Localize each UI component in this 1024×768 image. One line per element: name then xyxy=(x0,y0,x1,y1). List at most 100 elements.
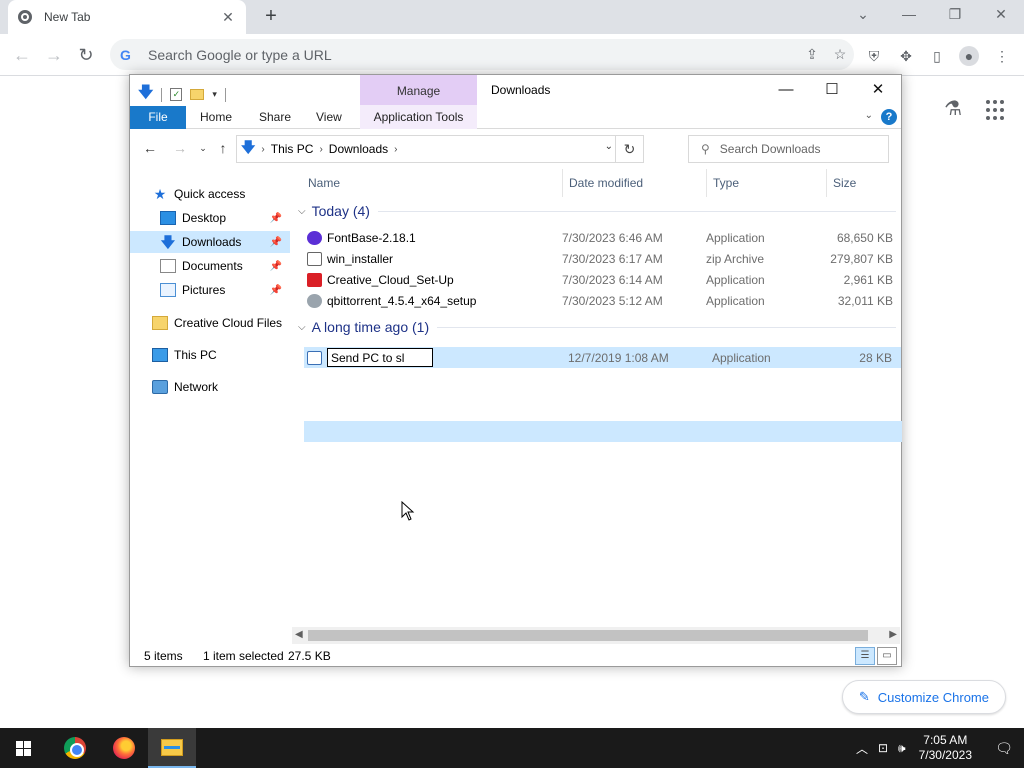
notifications-icon[interactable]: 🗨 xyxy=(984,740,1024,757)
scroll-left-icon[interactable]: ◀ xyxy=(295,629,303,640)
close-window-icon[interactable]: ✕ xyxy=(855,75,901,105)
omnibox[interactable]: G Search Google or type a URL ⇪ ☆ xyxy=(110,39,854,70)
back-arrow-icon[interactable]: ← xyxy=(8,42,36,70)
start-windows-icon[interactable] xyxy=(0,728,48,768)
collapse-chevron-icon[interactable]: ⌵ xyxy=(298,206,306,217)
help-icon[interactable]: ? xyxy=(881,109,897,125)
nav-documents[interactable]: Documents 📌 xyxy=(130,255,290,277)
bookmark-star-icon[interactable]: ☆ xyxy=(826,46,854,63)
ribbon-tab-share[interactable]: Share xyxy=(259,106,291,129)
expand-ribbon-chevron-icon[interactable]: ⌄ xyxy=(865,110,873,121)
maximize-icon[interactable]: ☐ xyxy=(809,75,855,105)
ribbon-tab-file[interactable]: File xyxy=(130,106,186,129)
scrollbar-thumb[interactable] xyxy=(308,630,868,641)
taskbar-firefox[interactable] xyxy=(99,728,147,768)
extensions-puzzle-icon[interactable]: ✥ xyxy=(896,46,916,66)
taskbar-file-explorer[interactable] xyxy=(148,728,196,768)
group-header-today[interactable]: ⌵ Today (4) xyxy=(296,200,896,222)
close-tab-icon[interactable]: ✕ xyxy=(220,9,236,26)
share-icon[interactable]: ⇪ xyxy=(798,46,826,63)
customize-chrome-label: Customize Chrome xyxy=(877,689,989,705)
ribbon-tab-application-tools[interactable]: Application Tools xyxy=(360,105,477,129)
close-window-icon[interactable]: ✕ xyxy=(978,0,1024,30)
column-header-date-modified[interactable]: Date modified xyxy=(569,169,643,197)
group-header-long-time-ago[interactable]: ⌵ A long time ago (1) xyxy=(296,316,896,338)
labs-flask-icon[interactable]: ⚗ xyxy=(944,96,962,121)
ribbon-tab-view[interactable]: View xyxy=(316,106,342,129)
column-header-type[interactable]: Type xyxy=(713,169,739,197)
column-divider[interactable] xyxy=(562,169,563,197)
column-divider[interactable] xyxy=(826,169,827,197)
nav-pictures[interactable]: Pictures 📌 xyxy=(130,279,290,301)
nav-downloads[interactable]: 🡇 Downloads 📌 xyxy=(130,231,290,253)
up-arrow-icon[interactable]: ↑ xyxy=(213,140,233,156)
recent-locations-icon[interactable]: ⌄ xyxy=(193,143,213,154)
column-divider[interactable] xyxy=(706,169,707,197)
side-panel-icon[interactable]: ▯ xyxy=(927,46,947,66)
address-dropdown-icon[interactable]: ⌄ xyxy=(605,141,613,152)
profile-avatar-icon[interactable]: ● xyxy=(959,46,979,66)
ublock-shield-icon[interactable]: ⛨ xyxy=(864,46,884,66)
breadcrumb-separator-icon[interactable]: › xyxy=(394,144,397,155)
breadcrumb-this-pc[interactable]: This PC xyxy=(271,142,314,156)
minimize-icon[interactable]: — xyxy=(886,0,932,30)
forward-arrow-icon[interactable]: → xyxy=(170,140,190,156)
fontbase-app-icon xyxy=(307,230,322,245)
new-tab-button[interactable]: + xyxy=(260,4,282,28)
column-header-name[interactable]: Name xyxy=(308,169,340,197)
column-header-size[interactable]: Size xyxy=(833,169,856,197)
pin-icon[interactable]: 📌 xyxy=(270,285,282,296)
google-apps-icon[interactable] xyxy=(986,100,1004,121)
collapse-chevron-icon[interactable]: ⌵ xyxy=(298,322,306,333)
clock[interactable]: 7:05 AM 7/30/2023 xyxy=(919,733,972,763)
nav-quick-access[interactable]: ★ Quick access xyxy=(130,183,290,205)
file-row[interactable]: Creative_Cloud_Set-Up 7/30/2023 6:14 AM … xyxy=(304,269,902,290)
zip-archive-icon xyxy=(307,251,322,266)
details-view-icon[interactable]: ☰ xyxy=(855,647,875,665)
breadcrumb-separator-icon[interactable]: › xyxy=(319,144,322,155)
volume-icon[interactable]: 🕪 xyxy=(898,741,906,756)
nav-creative-cloud-files[interactable]: Creative Cloud Files xyxy=(130,312,290,334)
file-row-selected[interactable] xyxy=(304,421,902,442)
back-arrow-icon[interactable]: ← xyxy=(140,140,160,156)
manage-context-tab[interactable]: Manage xyxy=(360,75,477,105)
refresh-icon[interactable]: ↻ xyxy=(615,136,643,162)
file-row-selected[interactable]: 12/7/2019 1:08 AM Application 28 KB xyxy=(304,347,901,368)
tab-search-icon[interactable]: ⌄ xyxy=(840,0,886,30)
scroll-right-icon[interactable]: ▶ xyxy=(889,629,897,640)
qat-dropdown-icon[interactable]: ▾ xyxy=(212,89,217,100)
chrome-menu-icon[interactable]: ⋮ xyxy=(992,46,1012,66)
new-folder-icon[interactable] xyxy=(190,89,205,100)
chrome-tab-new-tab[interactable]: New Tab ✕ xyxy=(8,0,246,34)
minimize-icon[interactable]: — xyxy=(763,75,809,105)
search-downloads-input[interactable]: ⚲ Search Downloads xyxy=(688,135,889,163)
file-list: Name Date modified Type Size ⌵ Today (4)… xyxy=(296,169,902,629)
breadcrumb-separator-icon[interactable]: › xyxy=(261,144,264,155)
nav-desktop[interactable]: Desktop 📌 xyxy=(130,207,290,229)
pin-icon[interactable]: 📌 xyxy=(270,213,282,224)
restore-icon[interactable]: ❐ xyxy=(932,0,978,30)
desktop-icon xyxy=(160,211,176,225)
file-type: Application xyxy=(706,293,765,308)
horizontal-scrollbar[interactable]: ◀ ▶ xyxy=(292,627,900,644)
customize-chrome-button[interactable]: ✎ Customize Chrome xyxy=(841,680,1006,714)
network-icon[interactable]: ⊡ xyxy=(878,741,888,755)
mouse-cursor-icon xyxy=(401,501,415,521)
forward-arrow-icon[interactable]: → xyxy=(40,42,68,70)
pin-icon[interactable]: 📌 xyxy=(270,261,282,272)
reload-icon[interactable]: ↻ xyxy=(72,42,100,70)
properties-icon[interactable]: ✓ xyxy=(170,88,183,101)
pin-icon[interactable]: 📌 xyxy=(270,237,282,248)
file-row[interactable]: FontBase-2.18.1 7/30/2023 6:46 AM Applic… xyxy=(304,227,902,248)
rename-input[interactable] xyxy=(327,348,433,367)
ribbon-tab-home[interactable]: Home xyxy=(200,106,232,129)
nav-network[interactable]: Network xyxy=(130,376,290,398)
show-hidden-icons-chevron-icon[interactable]: ︿ xyxy=(856,740,868,757)
file-row[interactable]: qbittorrent_4.5.4_x64_setup 7/30/2023 5:… xyxy=(304,290,902,311)
address-bar[interactable]: 🡇 › This PC › Downloads › ⌄ ↻ xyxy=(236,135,644,163)
taskbar-chrome[interactable] xyxy=(50,728,98,768)
breadcrumb-downloads[interactable]: Downloads xyxy=(329,142,388,156)
file-row[interactable]: win_installer 7/30/2023 6:17 AM zip Arch… xyxy=(304,248,902,269)
nav-this-pc[interactable]: This PC xyxy=(130,344,290,366)
large-icons-view-icon[interactable]: ▭ xyxy=(877,647,897,665)
